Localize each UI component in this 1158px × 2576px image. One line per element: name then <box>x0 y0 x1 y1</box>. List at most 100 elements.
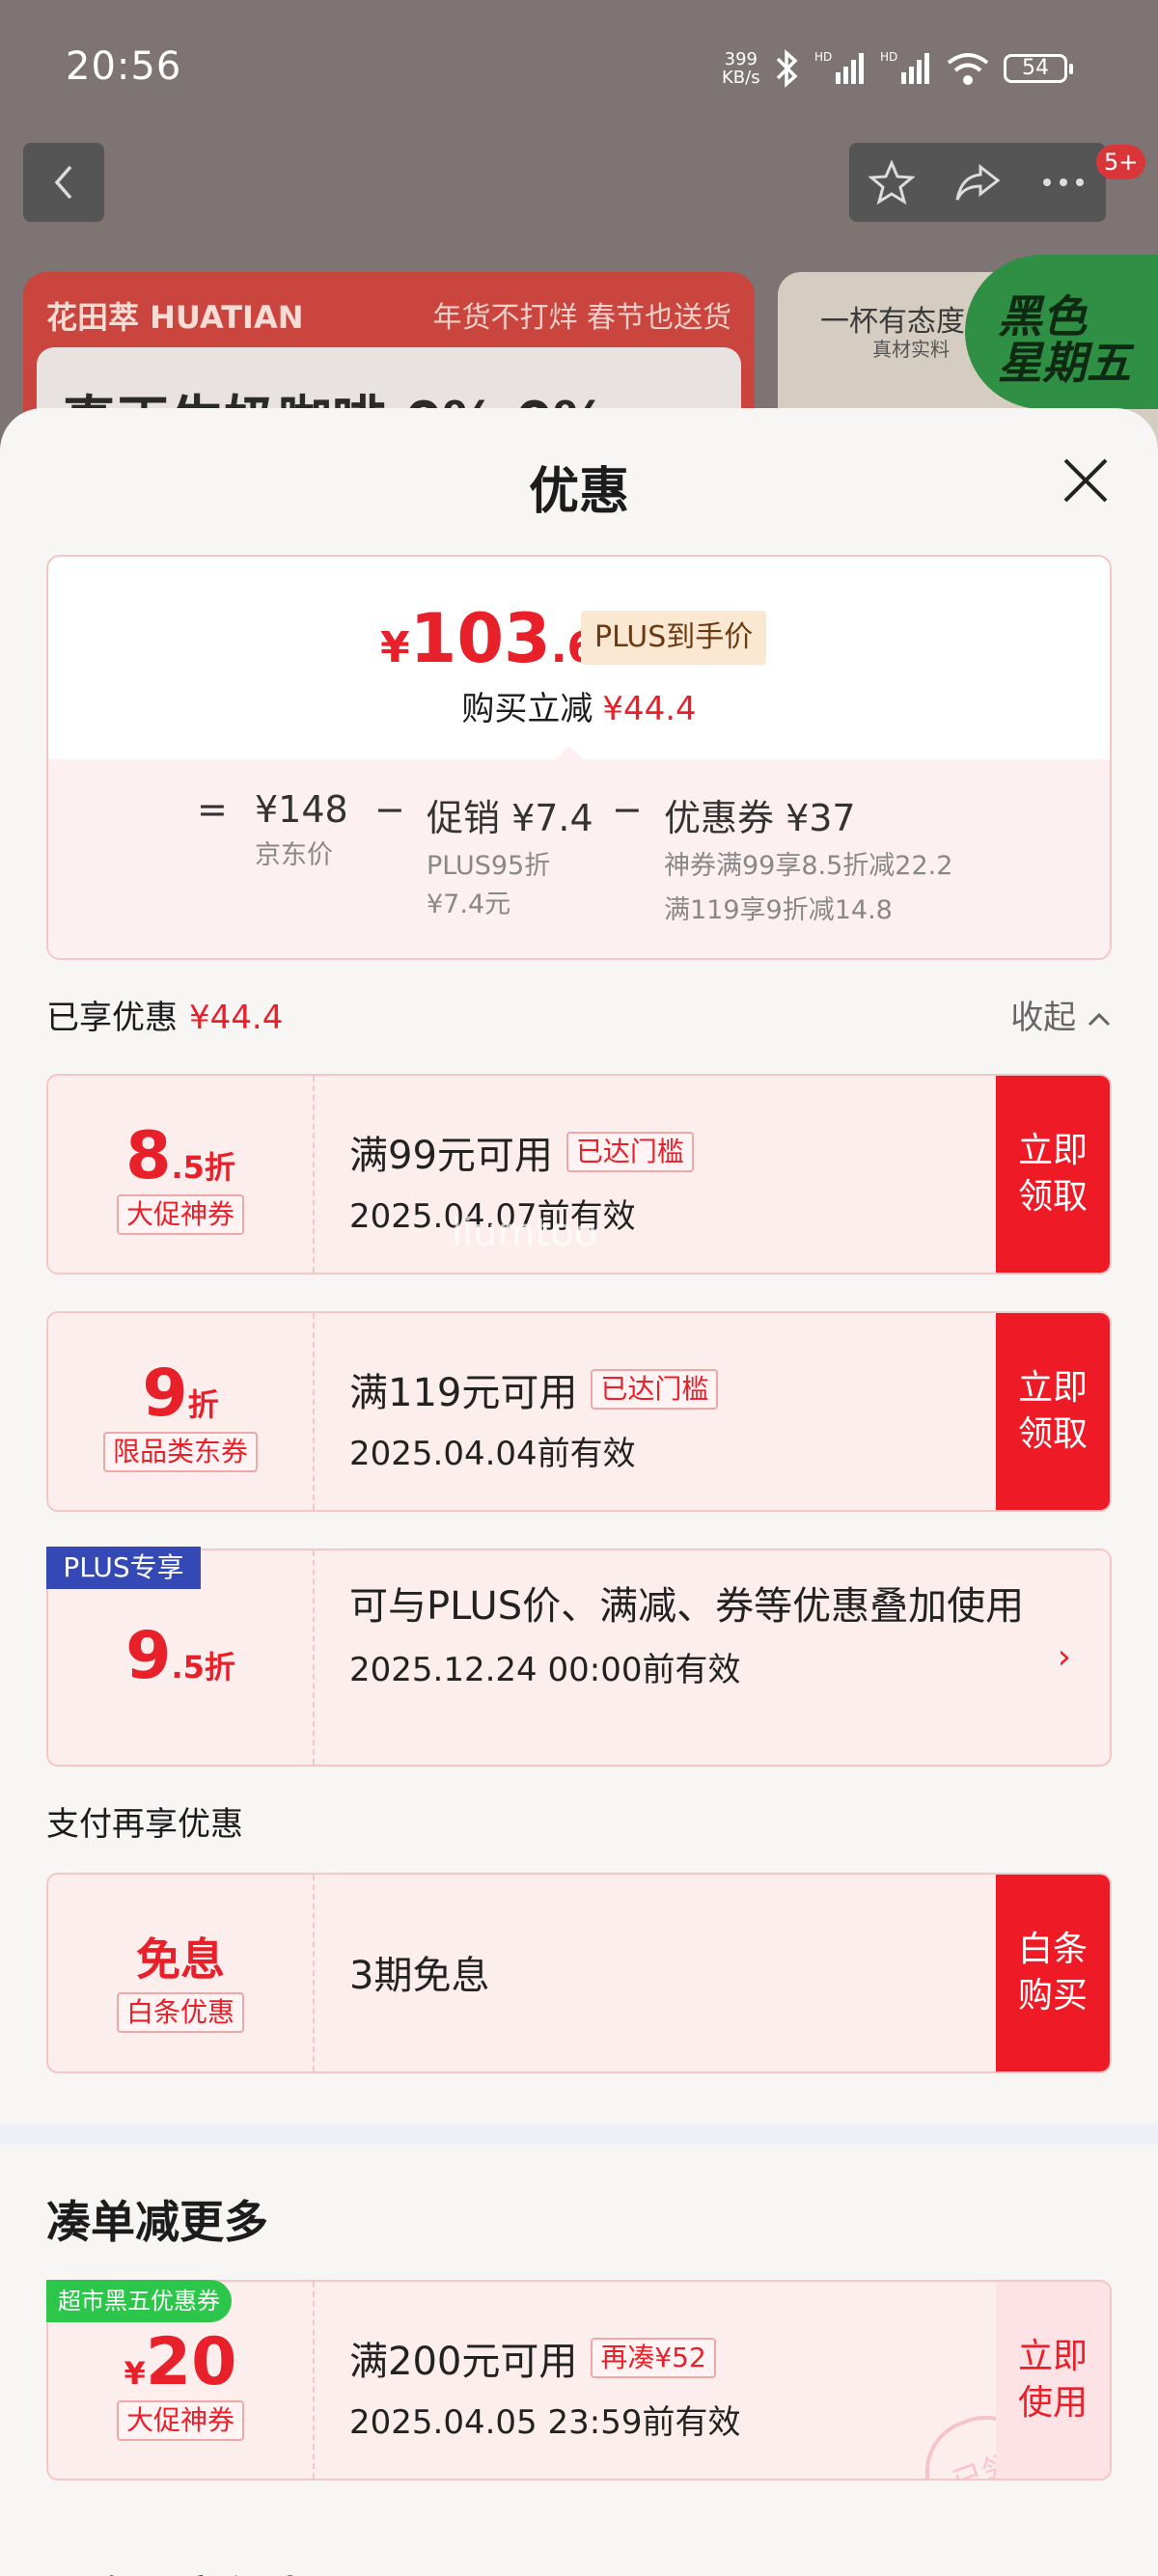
more-button[interactable] <box>1020 143 1106 222</box>
minus-sign-1: − <box>374 788 405 831</box>
claim-label: 立即领取 <box>1017 1368 1088 1454</box>
coupon-condition: 满99元可用 <box>349 1134 553 1178</box>
equals-sign: = <box>197 788 228 831</box>
coupon-sub2: 满119享9折减14.8 <box>664 895 893 925</box>
jd-price-col: ¥148 京东价 <box>255 788 348 875</box>
coupon-discount-big: 9 <box>125 1618 172 1694</box>
reduce-value: ¥44.4 <box>602 690 697 728</box>
more-benefits-title: 更多可享优惠 <box>46 2563 313 2576</box>
star-icon <box>868 159 916 206</box>
signal-icon: HD <box>814 50 864 84</box>
pay-desc: 3期免息 <box>349 1954 490 1998</box>
share-icon <box>955 163 1001 201</box>
instant-reduction: 购买立减 ¥44.4 <box>48 682 1110 729</box>
coupon-condition: 满119元可用 <box>349 1371 578 1415</box>
banner-slogan: 年货不打烊 春节也送货 <box>432 301 731 335</box>
claim-button[interactable]: 立即领取 <box>996 1076 1110 1273</box>
plus-desc: 可与PLUS价、满减、券等优惠叠加使用 <box>349 1584 1025 1629</box>
promo-col: 促销 ¥7.4 PLUS95折 ¥7.4元 <box>427 788 593 924</box>
coupon-discount-big: 9 <box>142 1356 188 1432</box>
back-button[interactable] <box>23 143 104 222</box>
net-speed-unit: KB/s <box>722 68 760 88</box>
enjoyed-discount: 已享优惠 ¥44.4 <box>46 991 283 1038</box>
promo-amount: 促销 ¥7.4 <box>427 797 593 839</box>
coupon-validity: 2025.04.05 23:59前有效 <box>349 2403 741 2442</box>
final-price: ¥103.6 <box>380 599 596 678</box>
coupon-tag: 大促神券 <box>116 2400 244 2441</box>
coupon-validity: 2025.12.24 00:00前有效 <box>349 1651 741 1689</box>
bluetooth-icon <box>776 49 798 88</box>
coupon-divider <box>313 2282 315 2479</box>
plus-price-tag: PLUS到手价 <box>581 611 767 665</box>
enjoyed-label: 已享优惠 <box>46 999 178 1037</box>
pay-big: 免息 <box>136 1933 225 1986</box>
banner2-line2: 真材实料 <box>872 338 950 361</box>
coupon-discount-small: .5折 <box>171 1149 235 1186</box>
more-section-title: 凑单减更多 <box>46 2196 268 2248</box>
coupon-discount: 8.5折 大促神券 <box>48 1076 313 1273</box>
coupon-divider <box>313 1313 315 1510</box>
net-speed-value: 399 <box>724 49 758 69</box>
more-dots-icon <box>1042 178 1084 186</box>
coupon-tag: 限品类东券 <box>102 1432 258 1472</box>
jd-price-label: 京东价 <box>255 840 333 870</box>
coupon-info: 满119元可用 已达门槛 2025.04.04前有效 <box>349 1361 719 1474</box>
watermark: liumtoo <box>452 1211 598 1255</box>
pay-tag: 白条优惠 <box>116 1992 244 2033</box>
notification-badge: 5+ <box>1096 145 1146 179</box>
share-button[interactable] <box>935 143 1021 222</box>
chevron-right-icon[interactable]: › <box>1058 1637 1071 1677</box>
enjoyed-value: ¥44.4 <box>189 999 284 1037</box>
claim-label: 立即领取 <box>1017 1131 1088 1217</box>
coupon-discount: 9折 限品类东券 <box>48 1313 313 1510</box>
promo-sub2: ¥7.4元 <box>427 890 511 919</box>
close-icon[interactable] <box>1062 456 1110 505</box>
battery-indicator: 54 <box>1004 54 1073 83</box>
coupon-discount-small: 折 <box>187 1386 219 1423</box>
baitiao-buy-button[interactable]: 白条购买 <box>996 1875 1110 2071</box>
coupon-info: 满200元可用 再凑¥52 2025.04.05 23:59前有效 <box>349 2330 740 2443</box>
nav-actions <box>849 143 1106 222</box>
plus-coupon-card[interactable]: 9.5折 可与PLUS价、满减、券等优惠叠加使用 2025.12.24 00:0… <box>46 1548 1112 1767</box>
coupon-condition: 满200元可用 <box>349 2340 578 2384</box>
discount-sheet: 优惠 ¥103.6 PLUS到手价 购买立减 ¥44.4 = ¥148 京东价 −… <box>0 408 1158 2576</box>
coupon-divider <box>313 1076 315 1273</box>
sheet-title: 优惠 <box>528 463 629 521</box>
banner-brand: 花田萃 HUATIAN <box>46 299 304 336</box>
price-summary-card: ¥103.6 PLUS到手价 购买立减 ¥44.4 = ¥148 京东价 − 促销… <box>46 555 1112 960</box>
coupon-divider <box>313 1875 315 2071</box>
coupon-info: 可与PLUS价、满减、券等优惠叠加使用 2025.12.24 00:00前有效 <box>349 1579 1063 1690</box>
reduce-label: 购买立减 <box>461 690 593 728</box>
minus-sign-2: − <box>612 788 643 831</box>
net-speed: 399 KB/s <box>722 50 760 87</box>
section-gap <box>0 2124 1158 2145</box>
favorite-button[interactable] <box>849 143 935 222</box>
use-now-button[interactable]: 立即使用 <box>996 2282 1110 2479</box>
status-bar: 20:56 399 KB/s HD HD 54 <box>0 0 1158 135</box>
svg-text:HD: HD <box>880 50 897 64</box>
price-summary-top: ¥103.6 PLUS到手价 购买立减 ¥44.4 <box>48 557 1110 759</box>
coupon-tag: 大促神券 <box>116 1194 244 1235</box>
amount-value: 20 <box>145 2324 237 2400</box>
chevron-up-icon <box>1088 1012 1111 1027</box>
promo-sub1: PLUS95折 <box>427 851 551 881</box>
coupon-card[interactable]: 9折 限品类东券 满119元可用 已达门槛 2025.04.04前有效 立即领取 <box>46 1311 1112 1512</box>
coupon-amount: 优惠券 ¥37 <box>664 797 856 839</box>
price-integer: 103 <box>409 599 551 678</box>
collapse-label: 收起 <box>1010 999 1077 1037</box>
collapse-toggle[interactable]: 收起 <box>1010 991 1112 1038</box>
pay-coupon-card[interactable]: 免息 白条优惠 3期免息 白条购买 <box>46 1873 1112 2073</box>
black-friday-line1: 黑色 <box>998 290 1087 343</box>
pay-section-title: 支付再享优惠 <box>46 1805 243 1844</box>
plus-exclusive-label: PLUS专享 <box>46 1547 201 1589</box>
claim-button[interactable]: 立即领取 <box>996 1313 1110 1510</box>
black-friday-badge: 黑色 星期五 <box>965 255 1158 409</box>
price-breakdown: = ¥148 京东价 − 促销 ¥7.4 PLUS95折 ¥7.4元 − 优惠券… <box>48 759 1110 958</box>
black-friday-line2: 星期五 <box>998 337 1131 389</box>
threshold-reached-badge: 已达门槛 <box>591 1369 719 1410</box>
jd-price: ¥148 <box>255 788 348 831</box>
coupon-discount-big: 8 <box>125 1118 172 1194</box>
coupon-col: 优惠券 ¥37 神券满99享8.5折减22.2 满119享9折减14.8 <box>664 788 952 930</box>
status-time: 20:56 <box>66 44 182 89</box>
coupon-discount-small: .5折 <box>171 1649 235 1685</box>
